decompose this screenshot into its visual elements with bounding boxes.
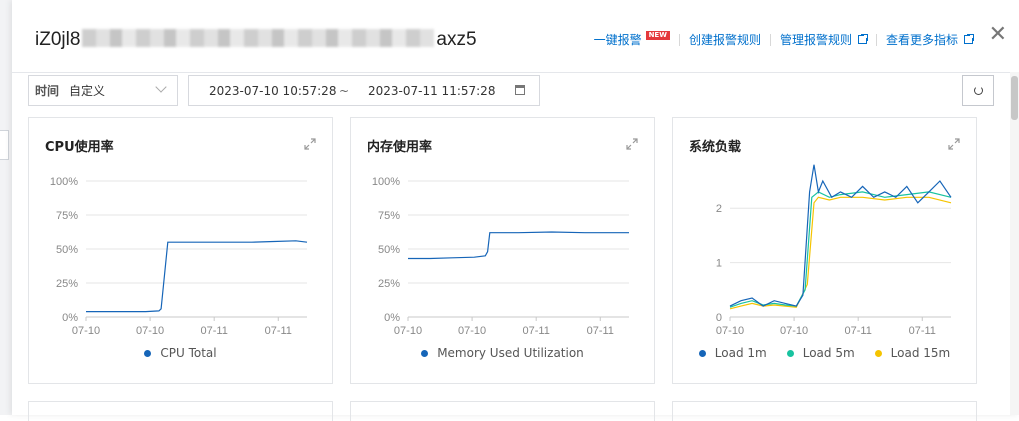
series-line-load-15m <box>729 196 952 310</box>
next-row-card <box>350 401 655 421</box>
view-more-metrics-link[interactable]: 查看更多指标 <box>886 31 975 48</box>
refresh-button[interactable] <box>962 75 994 106</box>
refresh-icon <box>973 86 983 95</box>
x-tick-label: 07-11 <box>909 325 936 337</box>
x-tick-label: 07-11 <box>845 325 872 337</box>
next-row-card <box>28 401 333 421</box>
x-tick-label: 07-11 <box>201 325 228 337</box>
x-tick-label: 07-10 <box>458 325 486 337</box>
y-tick-label: 100% <box>50 176 78 188</box>
external-link-icon <box>964 33 975 44</box>
legend-label: Load 1m <box>714 346 767 360</box>
series-line-cpu-total <box>86 240 308 313</box>
legend-dot <box>421 349 429 357</box>
memory-usage-chart: 100%75%50%25%0%07-10 07-10 07-11 07-11 <box>372 176 629 337</box>
y-tick-label: 0% <box>62 312 78 324</box>
legend-item[interactable]: CPU Total <box>144 346 217 360</box>
x-tick-label: 07-11 <box>523 325 550 337</box>
x-tick-label: 07-10 <box>136 325 164 337</box>
range-separator: ~ <box>339 84 350 98</box>
instance-monitor-drawer: iZ0jl8 axz5 一键报警 NEW 创建报警规则 管理报警规则 查看更多指标… <box>12 0 1019 421</box>
drawer-header: iZ0jl8 axz5 一键报警 NEW 创建报警规则 管理报警规则 查看更多指标… <box>12 0 1019 73</box>
scrollbar-track[interactable] <box>1010 72 1019 415</box>
y-tick-label: 50% <box>56 244 78 256</box>
y-tick-label: 75% <box>56 210 78 222</box>
range-end: 2023-07-11 11:57:28 <box>368 84 496 98</box>
y-tick-label: 25% <box>378 278 400 290</box>
series-line-load-5m <box>729 191 952 308</box>
external-link-icon <box>857 33 869 44</box>
legend-dot <box>786 349 794 357</box>
cpu-usage-card: CPU使用率 100% 75% 50% 25% 0% 07-10 07-10 07-11 07-… <box>28 117 333 384</box>
system-load-card: 系统负载 2 1 0 07-10 07-10 07-11 07-11 Load 1m Load… <box>672 117 977 384</box>
scrollbar-thumb[interactable] <box>1011 76 1018 120</box>
x-tick-label: 07-11 <box>265 325 292 337</box>
calendar-icon <box>515 85 525 95</box>
create-alarm-rule-link[interactable]: 创建报警规则 <box>689 31 761 48</box>
legend-label: Load 15m <box>890 346 951 360</box>
x-tick-label: 07-10 <box>72 325 100 337</box>
divider <box>769 33 771 46</box>
y-tick-label: 25% <box>56 278 78 290</box>
y-tick-label: 50% <box>378 244 400 256</box>
time-label: 时间 <box>35 84 60 98</box>
divider <box>678 33 680 46</box>
next-row-card <box>672 401 977 421</box>
x-tick-label: 07-10 <box>780 325 808 337</box>
instance-title: iZ0jl8 axz5 <box>35 29 477 50</box>
one-click-alarm-link[interactable]: 一键报警 NEW <box>594 31 670 48</box>
x-tick-label: 07-10 <box>394 325 422 337</box>
legend-label: CPU Total <box>160 346 217 360</box>
legend-item[interactable]: Load 5m <box>786 346 855 360</box>
x-tick-label: 07-10 <box>716 325 744 337</box>
legend-label: Memory Used Utilization <box>437 346 584 360</box>
time-range-select[interactable]: 时间 自定义 <box>28 75 178 106</box>
range-start: 2023-07-10 10:57:28 <box>209 84 337 98</box>
background-page-button <box>0 130 9 160</box>
legend-dot <box>698 349 706 357</box>
date-range-picker[interactable]: 2023-07-10 10:57:28 ~ 2023-07-11 11:57:2… <box>188 75 540 106</box>
manage-alarm-rules-link[interactable]: 管理报警规则 <box>780 31 869 48</box>
y-tick-label: 2 <box>716 203 722 215</box>
time-toolbar: 时间 自定义 2023-07-10 10:57:28 ~ 2023-07-11 … <box>28 75 1008 109</box>
series-line-memory-used-utilization <box>408 231 629 260</box>
legend-item[interactable]: Memory Used Utilization <box>421 346 584 360</box>
background-page <box>0 0 12 415</box>
time-select-value: 自定义 <box>69 84 106 98</box>
y-tick-label: 0% <box>384 312 400 324</box>
chart-legend: Load 1m Load 5m Load 15m <box>673 346 976 360</box>
y-tick-label: 0 <box>716 312 722 324</box>
redacted-id-blur <box>82 29 435 47</box>
legend-item[interactable]: Load 1m <box>698 346 767 360</box>
y-tick-label: 1 <box>716 258 722 270</box>
divider <box>875 33 877 46</box>
system-load-chart: 21007-10 07-10 07-11 07-11 <box>716 164 952 337</box>
series-line-load-1m <box>729 164 952 307</box>
legend-dot <box>874 349 882 357</box>
chart-legend: Memory Used Utilization <box>351 346 654 360</box>
close-icon[interactable]: ✕ <box>989 24 1007 46</box>
legend-dot <box>144 349 152 357</box>
new-badge: NEW <box>645 31 670 40</box>
memory-usage-card: 内存使用率 100% 75% 50% 25% 0% 07-10 07-10 07-11 07-1… <box>350 117 655 384</box>
legend-label: Load 5m <box>802 346 855 360</box>
y-tick-label: 75% <box>378 210 400 222</box>
y-tick-label: 100% <box>372 176 400 188</box>
chart-legend: CPU Total <box>29 346 332 360</box>
chevron-down-icon <box>155 81 167 93</box>
legend-item[interactable]: Load 15m <box>874 346 951 360</box>
cpu-usage-chart: 100%75%50%25%0%07-10 07-10 07-11 07-11 <box>50 176 308 337</box>
header-links: 一键报警 NEW 创建报警规则 管理报警规则 查看更多指标 <box>594 31 975 48</box>
x-tick-label: 07-11 <box>587 325 614 337</box>
